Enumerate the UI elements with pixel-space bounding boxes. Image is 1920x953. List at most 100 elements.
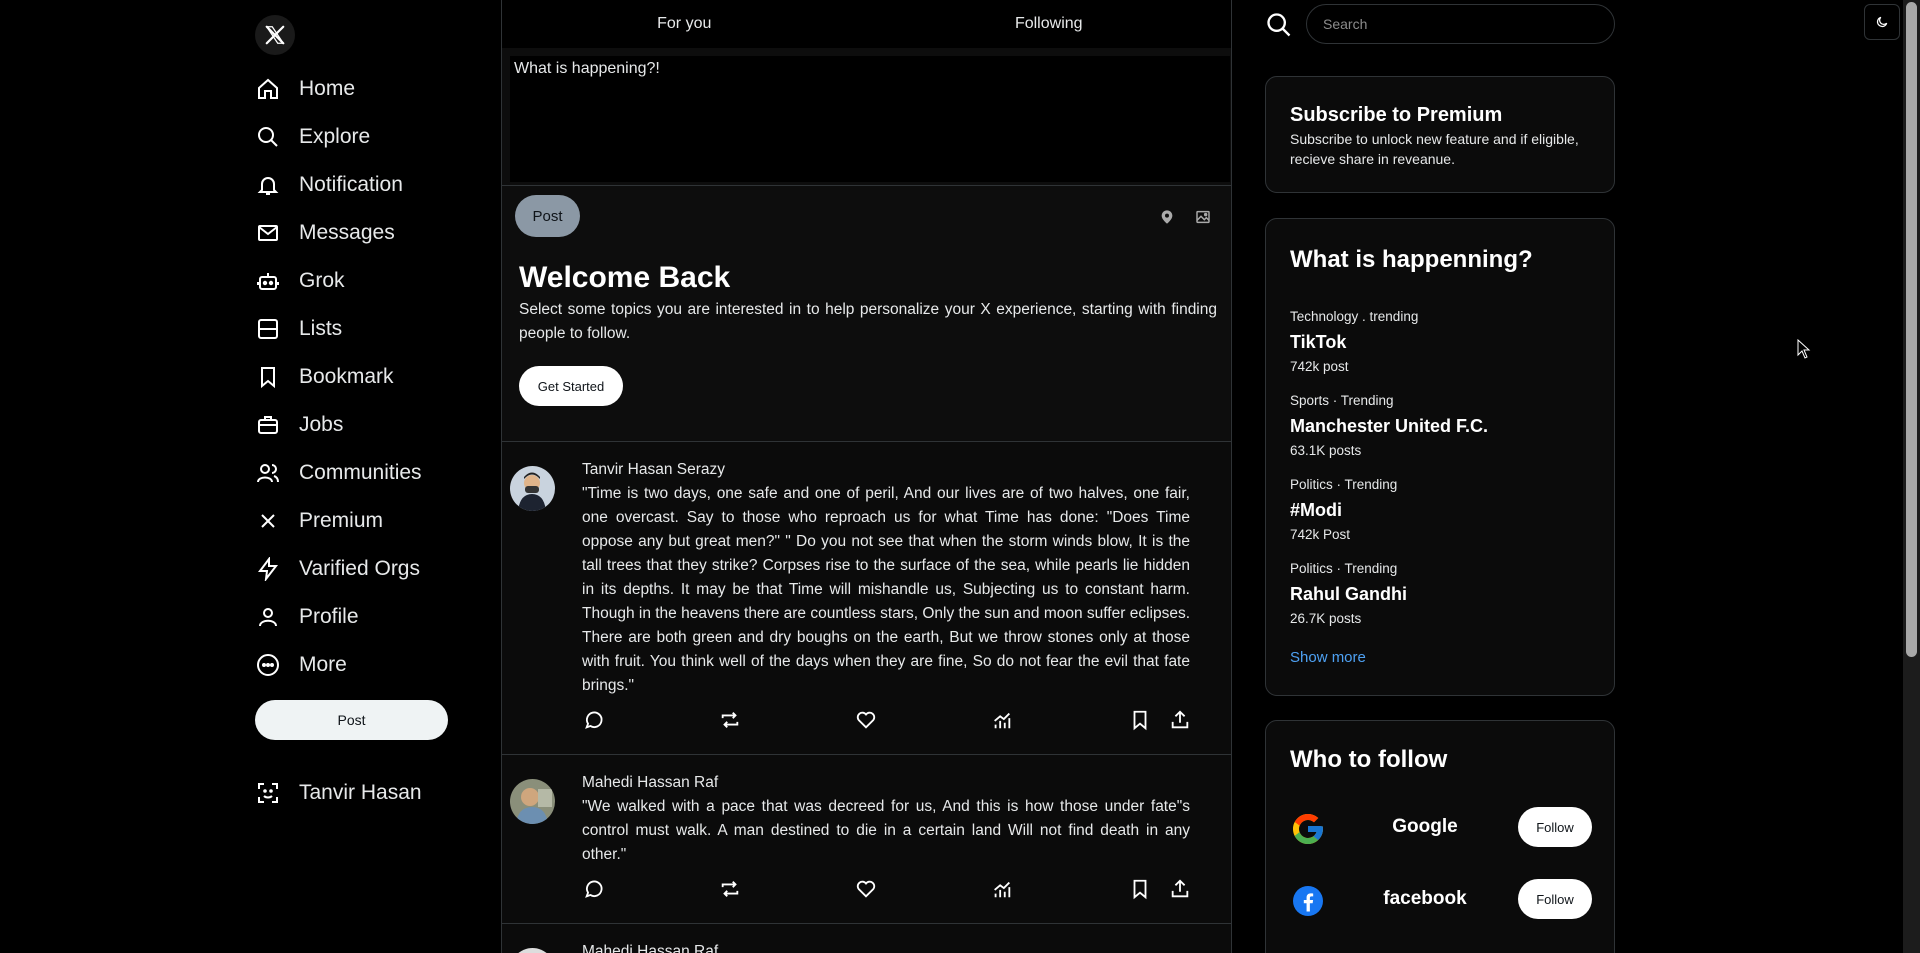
location-icon[interactable] bbox=[1158, 208, 1176, 226]
analytics-icon[interactable] bbox=[990, 708, 1014, 732]
share-icon[interactable] bbox=[1168, 708, 1192, 732]
image-icon[interactable] bbox=[1194, 208, 1212, 226]
nav-item-bookmark[interactable]: Bookmark bbox=[255, 360, 394, 394]
welcome-text: Select some topics you are interested in… bbox=[519, 301, 1217, 342]
nav-item-profile[interactable]: Profile bbox=[255, 600, 359, 634]
reply-icon[interactable] bbox=[582, 708, 606, 732]
nav-label: Explore bbox=[299, 125, 371, 148]
user-icon bbox=[255, 604, 281, 630]
nav-item-premium[interactable]: Premium bbox=[255, 504, 383, 538]
left-sidebar: Home Explore Notification Messages Grok … bbox=[255, 0, 495, 953]
x-logo-icon[interactable] bbox=[255, 15, 295, 55]
trend-item[interactable]: Sports · Trending Manchester United F.C.… bbox=[1290, 393, 1488, 458]
main-timeline: For you Following Post Welcome Back Sele… bbox=[501, 0, 1232, 953]
trend-category: Sports · Trending bbox=[1290, 393, 1394, 408]
nav-item-communities[interactable]: Communities bbox=[255, 456, 422, 490]
trend-count: 63.1K posts bbox=[1290, 443, 1362, 458]
premium-text: Subscribe to unlock new feature and if e… bbox=[1290, 131, 1579, 167]
trend-count: 742k post bbox=[1290, 359, 1349, 374]
trend-item[interactable]: Technology . trending TikTok 742k post bbox=[1290, 309, 1418, 374]
account-name: Tanvir Hasan bbox=[299, 781, 422, 804]
facebook-icon bbox=[1290, 883, 1326, 919]
share-icon[interactable] bbox=[1168, 877, 1192, 901]
tab-for-you[interactable]: For you bbox=[502, 0, 867, 47]
nav-label: Messages bbox=[299, 221, 395, 244]
tweet[interactable]: Mahedi Hassan Raf "We walked with a pace… bbox=[502, 755, 1231, 924]
avatar[interactable] bbox=[510, 948, 555, 953]
who-to-follow-card: Who to follow Google Follow facebook Fol… bbox=[1265, 720, 1615, 953]
trend-name: TikTok bbox=[1290, 332, 1347, 352]
trend-category: Technology . trending bbox=[1290, 309, 1419, 324]
nav-label: Varified Orgs bbox=[299, 557, 420, 580]
follow-button[interactable]: Follow bbox=[1518, 807, 1592, 847]
scrollbar-thumb[interactable] bbox=[1906, 2, 1917, 657]
show-more-link[interactable]: Show more bbox=[1290, 649, 1366, 666]
nav-item-more[interactable]: More bbox=[255, 648, 347, 682]
face-scan-icon bbox=[255, 780, 281, 806]
nav-label: Grok bbox=[299, 269, 345, 292]
who-to-follow-title: Who to follow bbox=[1290, 746, 1448, 773]
trend-item[interactable]: Politics · Trending #Modi 742k Post bbox=[1290, 477, 1397, 542]
welcome-card: Welcome Back Select some topics you are … bbox=[502, 245, 1231, 442]
follow-button[interactable]: Follow bbox=[1518, 879, 1592, 919]
tweet-author[interactable]: Tanvir Hasan Serazy bbox=[582, 461, 725, 479]
tab-following[interactable]: Following bbox=[867, 0, 1232, 47]
nav-item-lists[interactable]: Lists bbox=[255, 312, 342, 346]
tweet[interactable]: Tanvir Hasan Serazy "Time is two days, o… bbox=[502, 442, 1231, 755]
list-icon bbox=[255, 316, 281, 342]
nav-item-verified-orgs[interactable]: Varified Orgs bbox=[255, 552, 420, 586]
tweet[interactable]: Mahedi Hassan Raf bbox=[502, 924, 1231, 953]
search-icon[interactable] bbox=[1264, 10, 1294, 40]
page-scrollbar[interactable] bbox=[1903, 0, 1920, 953]
tweet-author[interactable]: Mahedi Hassan Raf bbox=[582, 943, 718, 953]
tweet-text: "We walked with a pace that was decreed … bbox=[582, 798, 1190, 863]
reply-icon[interactable] bbox=[582, 877, 606, 901]
avatar[interactable] bbox=[510, 779, 555, 824]
lightning-icon bbox=[255, 556, 281, 582]
nav-item-explore[interactable]: Explore bbox=[255, 120, 370, 154]
nav-item-jobs[interactable]: Jobs bbox=[255, 408, 343, 442]
nav-item-home[interactable]: Home bbox=[255, 72, 355, 106]
premium-title[interactable]: Subscribe to Premium bbox=[1290, 104, 1502, 127]
nav-item-grok[interactable]: Grok bbox=[255, 264, 345, 298]
follow-name[interactable]: Google bbox=[1350, 816, 1500, 838]
nav-label: Lists bbox=[299, 317, 343, 340]
retweet-icon[interactable] bbox=[718, 877, 742, 901]
trend-name: Rahul Gandhi bbox=[1290, 584, 1407, 604]
like-icon[interactable] bbox=[854, 877, 878, 901]
bookmark-icon bbox=[255, 364, 281, 390]
retweet-icon[interactable] bbox=[718, 708, 742, 732]
nav-item-notification[interactable]: Notification bbox=[255, 168, 403, 202]
follow-name[interactable]: facebook bbox=[1350, 888, 1500, 910]
welcome-title: Welcome Back bbox=[519, 261, 731, 294]
follow-suggestion: facebook Follow bbox=[1290, 879, 1595, 919]
search-icon bbox=[255, 124, 281, 150]
compose-toolbar: Post bbox=[502, 185, 1231, 245]
nav-item-messages[interactable]: Messages bbox=[255, 216, 395, 250]
more-icon bbox=[255, 652, 281, 678]
theme-toggle-moon-icon[interactable] bbox=[1864, 4, 1900, 40]
nav-label: Profile bbox=[299, 605, 359, 628]
tweet-text: "Time is two days, one safe and one of p… bbox=[582, 485, 1191, 694]
mail-icon bbox=[255, 220, 281, 246]
trending-card: What is happenning? Technology . trendin… bbox=[1265, 218, 1615, 696]
search-input[interactable] bbox=[1306, 4, 1615, 44]
nav-label: Communities bbox=[299, 461, 422, 484]
analytics-icon[interactable] bbox=[990, 877, 1014, 901]
bookmark-icon[interactable] bbox=[1128, 708, 1152, 732]
nav-label: More bbox=[299, 653, 347, 676]
follow-suggestion: Google Follow bbox=[1290, 807, 1595, 847]
trend-count: 26.7K posts bbox=[1290, 611, 1362, 626]
like-icon[interactable] bbox=[854, 708, 878, 732]
account-switcher[interactable]: Tanvir Hasan bbox=[255, 776, 422, 810]
compose-input[interactable] bbox=[510, 56, 1230, 182]
compose-post-button[interactable]: Post bbox=[515, 195, 580, 237]
tweet-actions bbox=[582, 877, 1194, 901]
nav-label: Notification bbox=[299, 173, 403, 196]
get-started-button[interactable]: Get Started bbox=[519, 366, 623, 406]
bookmark-icon[interactable] bbox=[1128, 877, 1152, 901]
trend-item[interactable]: Politics · Trending Rahul Gandhi 26.7K p… bbox=[1290, 561, 1407, 626]
avatar[interactable] bbox=[510, 466, 555, 511]
sidebar-post-button[interactable]: Post bbox=[255, 700, 448, 740]
tweet-author[interactable]: Mahedi Hassan Raf bbox=[582, 774, 718, 792]
